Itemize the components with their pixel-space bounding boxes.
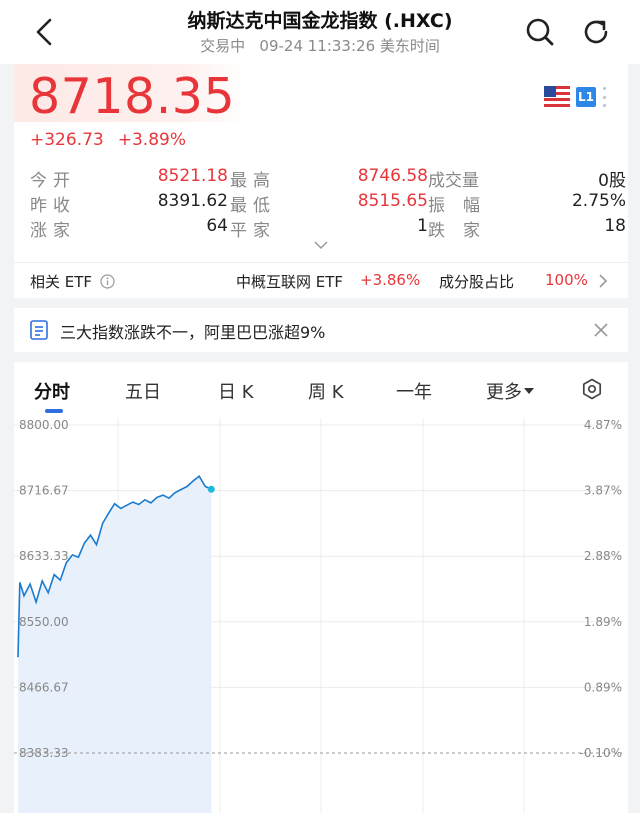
- y-axis-left-label: 8466.67: [19, 680, 69, 694]
- tab-1year[interactable]: 一年: [396, 378, 432, 404]
- y-axis-right-label: -0.10%: [580, 746, 622, 760]
- stat-label-unchanged: 平家: [230, 221, 276, 241]
- stat-value-decliners: 18: [604, 216, 626, 236]
- us-flag-icon[interactable]: [544, 86, 570, 108]
- tab-more-label: 更多: [486, 382, 522, 403]
- stat-value-volume: 0股: [598, 171, 626, 191]
- chevron-left-icon: [36, 18, 52, 46]
- search-icon: [526, 18, 554, 46]
- stat-value-amplitude: 2.75%: [571, 191, 626, 211]
- quote-card: 8718.35 +326.73 +3.89% L1 今开 8521.18 最高 8…: [14, 64, 628, 298]
- chevron-right-icon[interactable]: [598, 273, 608, 289]
- tab-intraday[interactable]: 分时: [34, 378, 70, 404]
- current-price: 8718.35: [29, 68, 236, 125]
- stats-row: 昨收 8391.62 最低 8515.65 振幅 2.75%: [30, 191, 626, 216]
- refresh-icon: [584, 20, 608, 44]
- news-icon: [30, 320, 48, 340]
- tab-more[interactable]: 更多: [486, 378, 534, 404]
- y-axis-left-label: 8633.33: [19, 549, 69, 563]
- page-title: 纳斯达克中国金龙指数 (.HXC): [187, 10, 453, 32]
- stat-value-open: 8521.18: [157, 166, 228, 186]
- y-axis-left-label: 8383.33: [19, 746, 69, 760]
- trading-status: 交易中 09-24 11:33:26 美东时间: [200, 37, 440, 55]
- intraday-chart[interactable]: 8800.00 4.87% 8716.67 3.87% 8633.33 2.88% 8550…: [14, 412, 628, 813]
- stat-label-advancers: 涨家: [30, 221, 76, 241]
- stat-label-low: 最低: [230, 196, 276, 216]
- refresh-button[interactable]: [578, 14, 614, 50]
- level1-badge[interactable]: L1: [576, 87, 596, 107]
- caret-down-icon: [524, 388, 534, 394]
- stats-row: 今开 8521.18 最高 8746.58 成交量 0股: [30, 166, 626, 191]
- chart-card: 分时 五日 日 K 周 K 一年 更多 8800.00 4.87% 8716.67 3…: [14, 362, 628, 813]
- stat-value-unchanged: 1: [417, 216, 428, 236]
- tab-5day[interactable]: 五日: [125, 378, 161, 404]
- stat-value-advancers: 64: [206, 216, 228, 236]
- change-value: +326.73: [30, 130, 104, 150]
- expand-chevron-icon[interactable]: [314, 240, 328, 250]
- y-axis-right-label: 3.87%: [584, 484, 622, 498]
- header: 纳斯达克中国金龙指数 (.HXC) 交易中 09-24 11:33:26 美东时…: [0, 0, 640, 64]
- etf-row[interactable]: 相关 ETF 中概互联网 ETF +3.86% 成分股占比 100%: [14, 262, 628, 299]
- etf-ratio: 100%: [545, 271, 588, 289]
- y-axis-left-label: 8716.67: [19, 484, 69, 498]
- news-bar[interactable]: 三大指数涨跌不一，阿里巴巴涨超9%: [14, 308, 628, 352]
- close-icon[interactable]: [593, 322, 609, 338]
- tab-daily-k[interactable]: 日 K: [218, 378, 254, 404]
- y-axis-right-label: 1.89%: [584, 615, 622, 629]
- news-headline[interactable]: 三大指数涨跌不一，阿里巴巴涨超9%: [60, 319, 325, 343]
- info-icon[interactable]: [100, 274, 115, 289]
- stats-grid: 今开 8521.18 最高 8746.58 成交量 0股 昨收 8391.62 …: [30, 166, 626, 241]
- etf-percent: +3.86%: [360, 271, 421, 289]
- stat-label-open: 今开: [30, 171, 76, 191]
- tab-weekly-k[interactable]: 周 K: [308, 378, 344, 404]
- stat-value-low: 8515.65: [357, 191, 428, 211]
- search-button[interactable]: [522, 14, 558, 50]
- etf-label: 相关 ETF: [30, 271, 115, 292]
- stat-value-prev-close: 8391.62: [157, 191, 228, 211]
- price-change: +326.73 +3.89%: [30, 130, 200, 150]
- y-axis-right-label: 4.87%: [584, 418, 622, 432]
- y-axis-left-label: 8550.00: [19, 615, 69, 629]
- stat-label-prev-close: 昨收: [30, 196, 76, 216]
- settings-icon[interactable]: [581, 378, 603, 400]
- stat-label-amplitude: 振幅: [428, 196, 498, 216]
- y-axis-right-label: 2.88%: [584, 549, 622, 563]
- etf-name[interactable]: 中概互联网 ETF: [236, 271, 343, 292]
- y-axis-left-label: 8800.00: [19, 418, 69, 432]
- y-axis-right-label: 0.89%: [584, 680, 622, 694]
- change-percent: +3.89%: [117, 130, 186, 150]
- back-button[interactable]: [26, 14, 62, 50]
- etf-ratio-label: 成分股占比: [439, 273, 515, 291]
- stat-label-decliners: 跌家: [428, 221, 498, 241]
- price-area: [18, 476, 212, 813]
- last-price-dot: [207, 485, 215, 493]
- stats-row: 涨家 64 平家 1 跌家 18: [30, 216, 626, 241]
- more-options-icon[interactable]: [601, 87, 607, 107]
- stat-label-high: 最高: [230, 171, 276, 191]
- stat-label-volume: 成交量: [428, 171, 479, 191]
- stat-value-high: 8746.58: [357, 166, 428, 186]
